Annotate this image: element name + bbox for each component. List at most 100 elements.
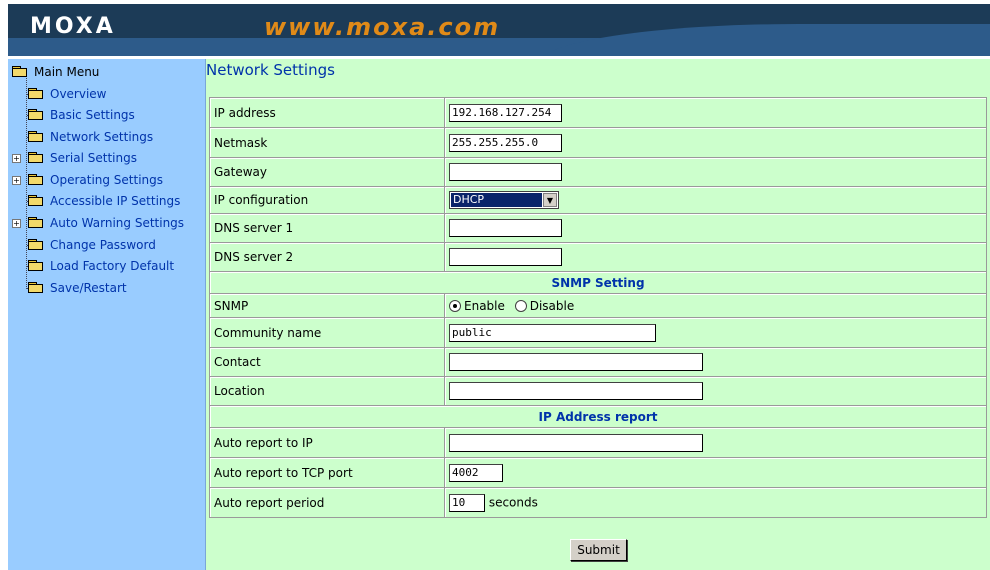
sidebar-item-label: Load Factory Default	[50, 259, 175, 273]
sidebar-item-label: Change Password	[50, 238, 156, 252]
field-cell	[444, 242, 987, 272]
sidebar-item-operating-settings[interactable]: Operating Settings	[28, 170, 163, 190]
form-row-ip-configuration: IP configuration DHCP ▼	[209, 186, 987, 214]
website-url: www.moxa.com	[264, 13, 501, 41]
sidebar-item-auto-warning-settings[interactable]: Auto Warning Settings	[28, 213, 184, 233]
sidebar-item-load-factory-default[interactable]: Load Factory Default	[28, 256, 174, 276]
expand-plus-icon[interactable]: +	[12, 219, 21, 228]
form-row-contact: Contact	[209, 347, 987, 377]
sidebar-item-overview[interactable]: Overview	[28, 84, 107, 104]
sidebar-tree: Main Menu Overview Basic Settings Networ…	[8, 59, 206, 570]
field-cell	[444, 376, 987, 406]
ip-configuration-select[interactable]: DHCP ▼	[449, 191, 559, 209]
field-cell	[444, 317, 987, 348]
field-label: Auto report to IP	[209, 427, 445, 458]
folder-icon	[28, 88, 44, 100]
radio-label: Enable	[464, 298, 505, 313]
section-row-snmp: SNMP Setting	[209, 271, 987, 294]
form-row-location: Location	[209, 376, 987, 406]
chevron-down-icon[interactable]: ▼	[543, 193, 557, 207]
folder-icon	[28, 260, 44, 272]
snmp-disable-radio[interactable]	[514, 299, 527, 312]
period-unit: seconds	[488, 495, 538, 509]
sidebar-item-save-restart[interactable]: Save/Restart	[28, 278, 127, 298]
sidebar-item-label: Basic Settings	[50, 108, 135, 122]
folder-icon	[28, 217, 44, 229]
field-label: Location	[209, 376, 445, 406]
location-input[interactable]	[449, 382, 703, 400]
main-content: Network Settings IP address Netmask Gate…	[206, 59, 990, 570]
folder-icon	[28, 174, 44, 186]
form-row-auto-report-port: Auto report to TCP port	[209, 457, 987, 488]
folder-icon	[28, 131, 44, 143]
sidebar-item-basic-settings[interactable]: Basic Settings	[28, 105, 135, 125]
auto-report-period-input[interactable]	[449, 493, 485, 512]
field-label: IP address	[209, 97, 445, 128]
header-banner: MOXA www.moxa.com	[0, 0, 990, 58]
expand-plus-icon[interactable]: +	[12, 154, 21, 163]
netmask-input[interactable]	[449, 133, 562, 152]
expand-plus-icon[interactable]: +	[12, 176, 21, 185]
auto-report-ip-input[interactable]	[449, 433, 703, 452]
form-row-netmask: Netmask	[209, 127, 987, 158]
field-label: DNS server 1	[209, 213, 445, 243]
field-label: DNS server 2	[209, 242, 445, 272]
auto-report-port-input[interactable]	[449, 463, 503, 482]
header-curve	[538, 24, 990, 56]
field-cell	[444, 157, 987, 187]
field-cell	[444, 427, 987, 458]
field-label: Auto report to TCP port	[209, 457, 445, 488]
form-row-snmp: SNMP Enable Disable	[209, 293, 987, 318]
field-cell	[444, 347, 987, 377]
sidebar-root-label: Main Menu	[34, 65, 100, 79]
tree-connector	[26, 70, 27, 289]
page-title: Network Settings	[206, 61, 335, 79]
form-row-gateway: Gateway	[209, 157, 987, 187]
field-cell: seconds	[444, 487, 987, 518]
sidebar-item-accessible-ip-settings[interactable]: Accessible IP Settings	[28, 191, 180, 211]
field-cell	[444, 127, 987, 158]
select-value: DHCP	[451, 193, 542, 207]
folder-icon	[28, 152, 44, 164]
form-row-ip-address: IP address	[209, 97, 987, 128]
form-row-auto-report-ip: Auto report to IP	[209, 427, 987, 458]
snmp-enable-radio[interactable]	[449, 299, 461, 312]
folder-icon	[28, 282, 44, 294]
sidebar-root-main-menu[interactable]: Main Menu	[12, 62, 99, 82]
field-cell: Enable Disable	[444, 293, 987, 318]
form-row-auto-report-period: Auto report period seconds	[209, 487, 987, 518]
sidebar-item-label: Serial Settings	[50, 151, 137, 165]
form-row-dns2: DNS server 2	[209, 242, 987, 272]
gateway-input[interactable]	[449, 163, 562, 181]
form-row-dns1: DNS server 1	[209, 213, 987, 243]
field-label: Netmask	[209, 127, 445, 158]
field-label: SNMP	[209, 293, 445, 318]
section-header-ip-report: IP Address report	[209, 405, 987, 428]
sidebar-item-label: Save/Restart	[50, 281, 127, 295]
ip-address-input[interactable]	[449, 103, 562, 122]
folder-icon	[28, 195, 44, 207]
dns-server-2-input[interactable]	[449, 248, 562, 266]
field-label: IP configuration	[209, 186, 445, 214]
community-name-input[interactable]	[449, 323, 656, 342]
sidebar-item-label: Auto Warning Settings	[50, 216, 185, 230]
form-row-community: Community name	[209, 317, 987, 348]
field-label: Community name	[209, 317, 445, 348]
section-header-snmp: SNMP Setting	[209, 271, 987, 294]
submit-button[interactable]: Submit	[570, 539, 627, 561]
sidebar-item-label: Operating Settings	[50, 173, 164, 187]
dns-server-1-input[interactable]	[449, 219, 562, 237]
field-cell	[444, 97, 987, 128]
sidebar-item-label: Overview	[50, 87, 107, 101]
field-cell: DHCP ▼	[444, 186, 987, 214]
moxa-logo: MOXA	[30, 14, 116, 39]
sidebar-item-network-settings[interactable]: Network Settings	[28, 127, 153, 147]
sidebar-item-change-password[interactable]: Change Password	[28, 235, 156, 255]
section-row-ip-report: IP Address report	[209, 405, 987, 428]
radio-label: Disable	[529, 298, 575, 313]
field-label: Auto report period	[209, 487, 445, 518]
folder-icon	[28, 109, 44, 121]
contact-input[interactable]	[449, 353, 703, 371]
sidebar-item-label: Accessible IP Settings	[50, 194, 181, 208]
sidebar-item-serial-settings[interactable]: Serial Settings	[28, 148, 137, 168]
